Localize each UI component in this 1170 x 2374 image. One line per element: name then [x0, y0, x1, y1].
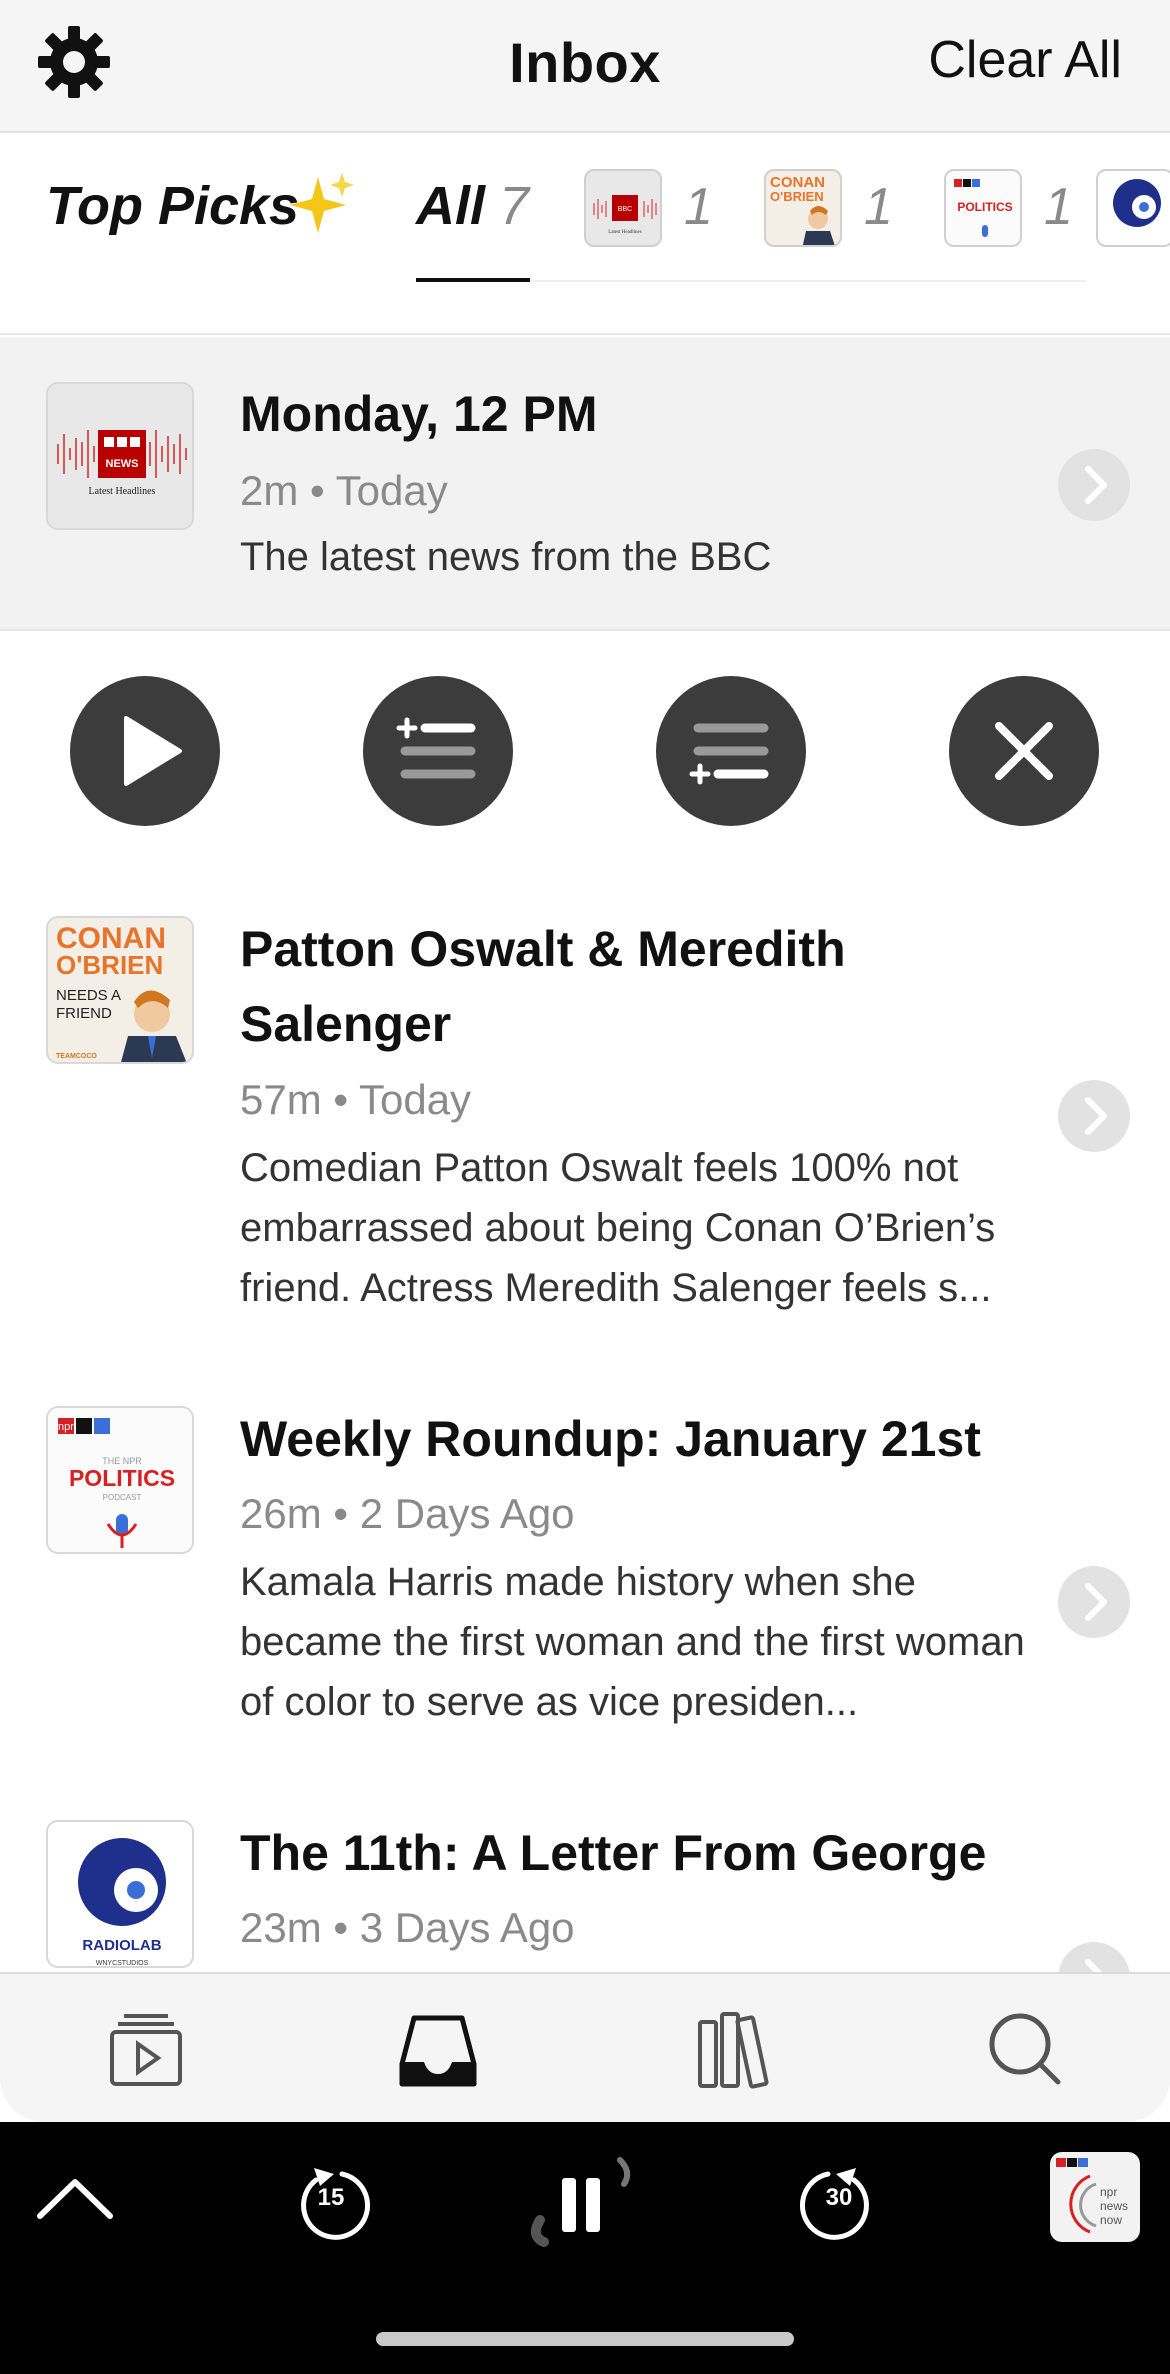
forward-seconds: 30: [825, 2184, 853, 2211]
rewind-seconds: 15: [317, 2184, 345, 2211]
episode-details-chevron-icon[interactable]: [1058, 1942, 1130, 1972]
episode-description: Comedian Patton Oswalt feels 100% not em…: [240, 1146, 996, 1310]
radiolab-artwork: [1096, 169, 1170, 247]
npr-art-logo: npr: [58, 1421, 74, 1433]
svg-text:Latest Headlines: Latest Headlines: [89, 486, 156, 497]
clear-all-button[interactable]: Clear All: [928, 30, 1122, 90]
episode-title: Monday, 12 PM: [240, 386, 598, 442]
play-next-button[interactable]: [363, 676, 513, 826]
radiolab-art-title: RADIOLAB: [82, 1937, 161, 1954]
now-playing-artwork[interactable]: npr news now: [1050, 2152, 1140, 2242]
svg-text:npr: npr: [1100, 2185, 1117, 2199]
svg-text:NEWS: NEWS: [106, 458, 139, 470]
radiolab-art-studio: WNYCSTUDIOS: [96, 1960, 149, 1967]
tab-podcast-count: 1: [684, 178, 713, 236]
episode-row[interactable]: RADIOLAB WNYCSTUDIOS The 11th: A Letter …: [0, 1794, 1170, 1972]
svg-text:Latest Headlines: Latest Headlines: [608, 230, 642, 235]
tab-all-label: All: [416, 176, 486, 236]
play-last-button[interactable]: [656, 676, 806, 826]
podcasts-tab-icon[interactable]: [96, 2004, 196, 2094]
tab-podcast-count: 1: [864, 178, 893, 236]
episode-artwork-radiolab: RADIOLAB WNYCSTUDIOS: [46, 1820, 194, 1968]
home-indicator: [376, 2332, 794, 2346]
tab-podcast-count: 1: [1044, 178, 1073, 236]
tab-all[interactable]: All 7: [416, 175, 529, 237]
rewind-button[interactable]: 15: [286, 2152, 376, 2248]
library-tab-icon[interactable]: [682, 2004, 782, 2094]
tab-all-count: 7: [499, 176, 530, 236]
conan-art-title-4: FRIEND: [56, 1005, 112, 1022]
tab-top-picks[interactable]: Top Picks: [46, 175, 299, 237]
svg-text:O'BRIEN: O'BRIEN: [770, 189, 824, 204]
episode-artwork-conan: CONAN O'BRIEN NEEDS A FRIEND TEAMCOCO: [46, 916, 194, 1064]
bottom-tab-bar: [0, 1972, 1170, 2122]
episode-title: Patton Oswalt & Meredith Salenger: [240, 921, 846, 1052]
episode-row-selected[interactable]: NEWS Latest Headlines Monday, 12 PM 2m •…: [0, 337, 1170, 631]
conan-art-brand: TEAMCOCO: [56, 1053, 97, 1060]
episode-artwork-npr-politics: npr THE NPR POLITICS PODCAST: [46, 1406, 194, 1554]
play-button[interactable]: [70, 676, 220, 826]
svg-text:BBC: BBC: [618, 206, 632, 213]
episode-artwork-bbc: NEWS Latest Headlines: [46, 382, 194, 530]
inbox-tab-icon[interactable]: [388, 2004, 488, 2094]
bbc-artwork: BBC Latest Headlines: [584, 169, 662, 247]
episode-details-chevron-icon[interactable]: [1058, 1080, 1130, 1152]
svg-text:news: news: [1100, 2199, 1128, 2213]
episode-description: The latest news from the BBC: [240, 535, 772, 579]
episode-title: The 11th: A Letter From George: [240, 1825, 987, 1881]
sparkle-icon: [288, 171, 356, 239]
episode-description: Kamala Harris made history when she beca…: [240, 1560, 1025, 1724]
expand-player-chevron-up-icon[interactable]: [32, 2156, 118, 2242]
conan-art-title-2: O'BRIEN: [56, 950, 163, 980]
episode-meta: 57m • Today: [240, 1076, 472, 1123]
skip-forward-button[interactable]: 30: [794, 2152, 884, 2248]
conan-artwork: CONAN O'BRIEN: [764, 169, 842, 247]
episode-meta: 26m • 2 Days Ago: [240, 1490, 575, 1537]
politics-art-title: POLITICS: [69, 1465, 175, 1491]
episode-details-chevron-icon[interactable]: [1058, 1566, 1130, 1638]
npr-politics-artwork: POLITICS: [944, 169, 1022, 247]
filter-tabs: Top Picks All 7 BBC Latest Headlines 1 C…: [0, 135, 1170, 335]
episode-meta: 23m • 3 Days Ago: [240, 1904, 575, 1951]
episode-meta: 2m • Today: [240, 467, 448, 514]
header-bar: Inbox Clear All: [0, 0, 1170, 133]
episode-details-chevron-icon[interactable]: [1058, 449, 1130, 521]
search-tab-icon[interactable]: [974, 2004, 1074, 2094]
episode-title: Weekly Roundup: January 21st: [240, 1411, 981, 1467]
episode-row[interactable]: npr THE NPR POLITICS PODCAST Weekly Roun…: [0, 1380, 1170, 1780]
politics-art-podcast: PODCAST: [103, 1493, 142, 1502]
archive-episode-button[interactable]: [949, 676, 1099, 826]
episode-row[interactable]: CONAN O'BRIEN NEEDS A FRIEND TEAMCOCO Pa…: [0, 890, 1170, 1330]
conan-art-title-3: NEEDS A: [56, 987, 121, 1004]
svg-text:now: now: [1100, 2213, 1122, 2227]
active-tab-indicator: [416, 278, 530, 282]
pause-button[interactable]: [520, 2150, 640, 2260]
svg-text:POLITICS: POLITICS: [957, 200, 1012, 214]
